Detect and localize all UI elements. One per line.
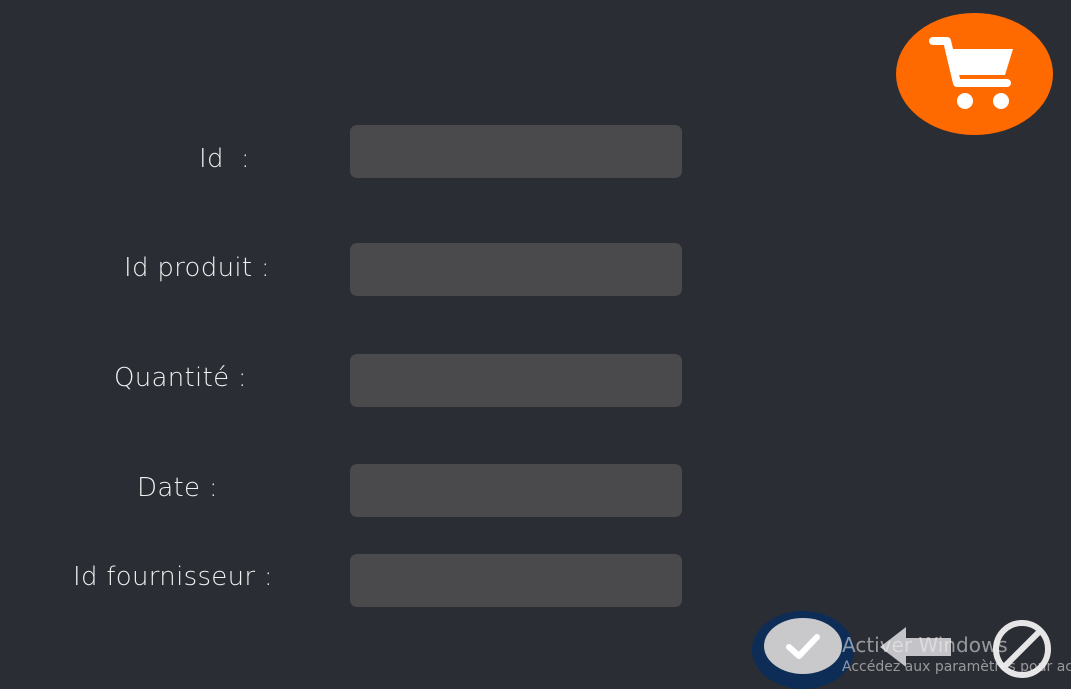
confirm-button[interactable] [752, 611, 854, 689]
arrow-left-icon [880, 627, 951, 667]
back-button[interactable] [878, 623, 953, 671]
id-field[interactable] [350, 125, 682, 178]
checkmark-icon [786, 634, 820, 659]
id-label: Id : [199, 144, 250, 174]
id-produit-field[interactable] [350, 243, 682, 296]
cart-button[interactable] [896, 13, 1053, 135]
id-fournisseur-field[interactable] [350, 554, 682, 607]
date-field[interactable] [350, 464, 682, 517]
confirm-button-face [764, 618, 842, 674]
shopping-cart-icon [928, 37, 1013, 109]
id-produit-label: Id produit : [124, 253, 270, 283]
cancel-button[interactable] [990, 617, 1054, 681]
prohibited-icon [993, 620, 1051, 678]
date-label: Date : [137, 473, 218, 503]
quantite-field[interactable] [350, 354, 682, 407]
id-fournisseur-label: Id fournisseur : [73, 562, 273, 592]
quantite-label: Quantité : [114, 363, 247, 393]
